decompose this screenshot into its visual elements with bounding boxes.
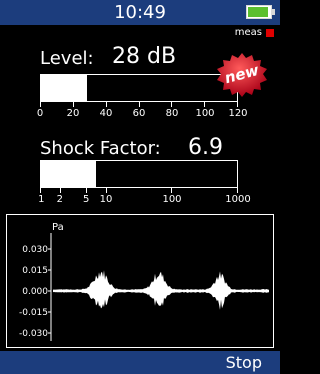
level-tick-label: 40: [99, 108, 113, 119]
level-tick-mark: [138, 102, 140, 107]
level-tick-mark: [204, 102, 206, 107]
shock-tick-mark: [105, 188, 107, 193]
waveform-y-tick-label: -0.015: [19, 308, 48, 318]
shock-factor-value: 6.9: [188, 135, 223, 160]
level-tick-label: 0: [36, 108, 44, 119]
shock-tick-label: 10: [99, 194, 113, 205]
shock-tick-label: 2: [56, 194, 64, 205]
meas-indicator-label: meas: [234, 27, 262, 38]
level-tick-label: 20: [66, 108, 80, 119]
new-badge-icon: new: [217, 53, 267, 97]
stop-button[interactable]: Stop: [226, 353, 262, 372]
shock-tick-label: 100: [162, 194, 182, 205]
level-tick-mark: [72, 102, 74, 107]
level-bar-fill: [41, 75, 88, 101]
level-bar: [40, 74, 238, 102]
level-tick-mark: [237, 102, 238, 107]
softkey-bar: Stop: [0, 351, 280, 374]
shock-tick-mark: [171, 188, 173, 193]
waveform-plot: Pa 0.030 0.015 0.000 -0.015 -0.030: [19, 222, 269, 341]
shock-tick-mark: [237, 188, 238, 193]
shock-tick-label: 1000: [225, 194, 251, 205]
waveform-y-tick-label: 0.000: [22, 287, 48, 297]
level-scale: 0 20 40 60 80 100 120: [36, 108, 248, 122]
level-tick-label: 120: [228, 108, 248, 119]
waveform-unit: Pa: [52, 222, 64, 233]
level-tick-mark: [171, 102, 173, 107]
clock: 10:49: [114, 2, 166, 23]
shock-factor-bar-fill: [41, 161, 97, 187]
level-tick-mark: [40, 102, 41, 107]
level-label: Level:: [40, 48, 94, 69]
shock-tick-mark: [59, 188, 61, 193]
level-tick-label: 80: [165, 108, 179, 119]
battery-icon: [246, 5, 275, 19]
level-tick-label: 100: [195, 108, 215, 119]
waveform-trace: [53, 270, 269, 310]
meas-indicator-dot: [266, 29, 274, 37]
waveform-panel: Pa 0.030 0.015 0.000 -0.015 -0.030: [6, 214, 274, 348]
level-tick-label: 60: [132, 108, 146, 119]
shock-tick-mark: [85, 188, 87, 193]
shock-factor-scale: 1 2 5 10 100 1000: [38, 194, 251, 208]
level-tick-mark: [105, 102, 107, 107]
waveform-y-tick-label: 0.030: [22, 245, 48, 255]
level-value: 28 dB: [112, 44, 177, 69]
shock-tick-label: 5: [82, 194, 90, 205]
shock-factor-label: Shock Factor:: [40, 138, 161, 159]
waveform-y-tick-label: -0.030: [19, 329, 48, 339]
waveform-y-tick-label: 0.015: [22, 266, 48, 276]
shock-tick-label: 1: [38, 194, 45, 205]
shock-factor-bar: [40, 160, 238, 188]
status-bar: 10:49: [0, 0, 280, 25]
shock-tick-mark: [40, 188, 41, 193]
